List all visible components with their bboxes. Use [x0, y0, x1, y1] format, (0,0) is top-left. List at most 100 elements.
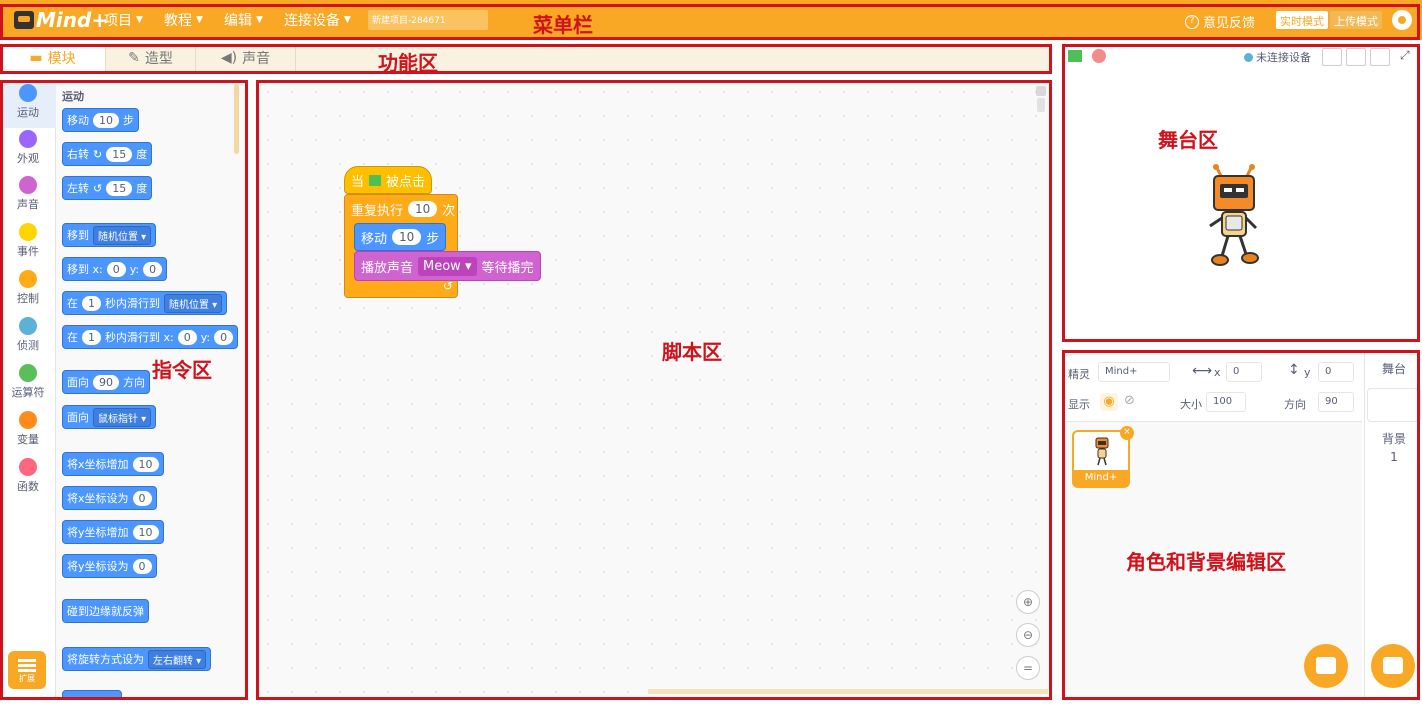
block-goto-xy[interactable]: 移到 x: 0 y: 0 — [62, 257, 168, 281]
number-input[interactable]: 10 — [132, 456, 159, 472]
category-events[interactable]: 事件 — [0, 221, 56, 267]
sprite-name-input[interactable]: Mind+ — [1098, 362, 1170, 382]
device-status[interactable]: 未连接设备 — [1244, 49, 1311, 65]
upload-mode-button[interactable]: 上传模式 — [1330, 11, 1382, 29]
mind-plus-logo[interactable]: Mind+ — [14, 8, 108, 32]
script-horizontal-scrollbar[interactable] — [648, 689, 1048, 694]
block-point-direction[interactable]: 面向 90 方向 — [62, 370, 150, 394]
dropdown-target[interactable]: 随机位置 ▾ — [93, 225, 152, 245]
settings-gear-icon[interactable] — [1392, 10, 1412, 30]
zoom-reset-button[interactable]: = — [1016, 656, 1040, 680]
block-glide[interactable]: 在 1 秒内滑行到 随机位置 ▾ — [62, 291, 228, 315]
dropdown-target[interactable]: 左右翻转 ▾ — [148, 649, 207, 669]
block-change-y[interactable]: 将y坐标增加 10 — [62, 520, 164, 544]
sprite-name-label: 精灵 — [1068, 368, 1090, 381]
tab-blocks[interactable]: ▬ 模块 — [0, 44, 106, 72]
block-bounce[interactable]: 碰到边缘就反弹 — [62, 599, 149, 623]
zoom-in-button[interactable]: ⊕ — [1016, 590, 1040, 614]
sound-dropdown[interactable]: Meow ▾ — [418, 256, 477, 276]
category-functions[interactable]: 函数 — [0, 456, 56, 502]
block-partial[interactable] — [62, 690, 122, 700]
sprite-thumbnail-image — [1095, 437, 1109, 466]
realtime-mode-button[interactable]: 实时模式 — [1276, 11, 1328, 29]
category-dot — [19, 130, 37, 148]
palette-scrollbar[interactable] — [234, 84, 239, 154]
project-name-input[interactable]: 新建项目-284671 — [368, 10, 488, 30]
direction-label: 方向 — [1284, 398, 1306, 411]
block-move-steps[interactable]: 移动 10 步 — [354, 223, 447, 251]
size-input[interactable]: 100 — [1206, 392, 1246, 412]
category-operators[interactable]: 运算符 — [0, 362, 56, 408]
block-move-steps[interactable]: 移动 10 步 — [62, 108, 139, 132]
stage-panel[interactable]: 舞台 背景 1 — [1364, 350, 1422, 700]
menu-edit[interactable]: 编辑 ▼ — [224, 10, 263, 30]
menu-project[interactable]: 项目 ▼ — [104, 10, 143, 30]
block-turn-right[interactable]: 右转 ↻ 15 度 — [62, 142, 153, 166]
tab-costumes[interactable]: ✎ 造型 — [106, 44, 196, 72]
category-control[interactable]: 控制 — [0, 268, 56, 314]
small-stage-layout-icon[interactable] — [1322, 48, 1342, 66]
number-input[interactable]: 10 — [132, 524, 159, 540]
y-input[interactable]: 0 — [143, 261, 163, 277]
category-motion[interactable]: 运动 — [0, 82, 56, 128]
number-input[interactable]: 0 — [132, 558, 152, 574]
y-input[interactable]: 0 — [214, 329, 234, 345]
number-input[interactable]: 90 — [93, 374, 119, 390]
number-input[interactable]: 1 — [82, 295, 101, 311]
zoom-out-button[interactable]: ⊖ — [1016, 623, 1040, 647]
tab-label: 造型 — [144, 51, 173, 67]
x-input[interactable]: 0 — [177, 329, 197, 345]
stop-button[interactable] — [1092, 49, 1106, 63]
block-turn-left[interactable]: 左转 ↺ 15 度 — [62, 176, 153, 200]
mind-plus-robot-sprite[interactable] — [1202, 164, 1266, 268]
script-area[interactable]: 当 被点击 重复执行 10 次 ↺ 移动 10 步 播放声音 Meow ▾ 等待… — [256, 80, 1052, 700]
category-sensing[interactable]: 侦测 — [0, 315, 56, 361]
block-when-flag-clicked[interactable]: 当 被点击 — [344, 166, 433, 194]
block-set-x[interactable]: 将x坐标设为 0 — [62, 486, 157, 510]
x-input[interactable]: 0 — [106, 261, 126, 277]
number-input[interactable]: 0 — [132, 490, 152, 506]
add-sprite-button[interactable] — [1304, 644, 1348, 688]
stage-canvas[interactable] — [1062, 72, 1422, 342]
number-input[interactable]: 1 — [82, 329, 101, 345]
block-glide-xy[interactable]: 在 1 秒内滑行到 x: 0 y: 0 — [62, 325, 239, 349]
dropdown-target[interactable]: 随机位置 ▾ — [164, 293, 223, 313]
category-label: 事件 — [17, 245, 39, 258]
block-set-y[interactable]: 将y坐标设为 0 — [62, 554, 157, 578]
normal-stage-layout-icon[interactable] — [1346, 48, 1366, 66]
hide-eye-icon[interactable]: ⊘ — [1124, 393, 1135, 408]
block-rotation-style[interactable]: 将旋转方式设为 左右翻转 ▾ — [62, 647, 212, 671]
number-input[interactable]: 15 — [106, 146, 133, 162]
extension-button[interactable]: 扩展 — [8, 651, 46, 689]
y-position-input[interactable]: 0 — [1318, 362, 1354, 382]
category-sound[interactable]: 声音 — [0, 174, 56, 220]
menu-connect-device[interactable]: 连接设备 ▼ — [284, 10, 351, 30]
tab-sounds[interactable]: ◀) 声音 — [196, 44, 296, 72]
number-input[interactable]: 10 — [392, 229, 422, 245]
block-point-towards[interactable]: 面向 鼠标指针 ▾ — [62, 405, 157, 429]
add-backdrop-button[interactable] — [1371, 644, 1415, 688]
green-flag-button[interactable] — [1068, 50, 1082, 62]
menu-tutorial[interactable]: 教程 ▼ — [164, 10, 203, 30]
delete-sprite-icon[interactable]: × — [1120, 426, 1134, 440]
number-input[interactable]: 10 — [408, 201, 438, 217]
block-change-x[interactable]: 将x坐标增加 10 — [62, 452, 164, 476]
feedback-button[interactable]: ? 意见反馈 — [1185, 12, 1255, 31]
block-goto[interactable]: 移到 随机位置 ▾ — [62, 223, 157, 247]
device-status-label: 未连接设备 — [1256, 51, 1311, 64]
direction-input[interactable]: 90 — [1318, 392, 1354, 412]
dropdown-target[interactable]: 鼠标指针 ▾ — [93, 407, 152, 427]
show-eye-icon[interactable]: ◉ — [1100, 393, 1118, 411]
large-stage-layout-icon[interactable] — [1370, 48, 1390, 66]
x-position-input[interactable]: 0 — [1226, 362, 1262, 382]
category-variables[interactable]: 变量 — [0, 409, 56, 455]
fullscreen-icon[interactable]: ⤢ — [1400, 48, 1410, 63]
stage-thumbnail[interactable] — [1367, 388, 1421, 422]
show-label: 显示 — [1068, 398, 1090, 411]
sprite-thumbnail[interactable]: × Mind+ — [1072, 426, 1134, 488]
blocks-icon: ▬ — [29, 50, 43, 66]
number-input[interactable]: 15 — [106, 180, 133, 196]
number-input[interactable]: 10 — [93, 112, 119, 128]
category-looks[interactable]: 外观 — [0, 128, 56, 174]
block-play-sound-until-done[interactable]: 播放声音 Meow ▾ 等待播完 — [354, 251, 541, 281]
